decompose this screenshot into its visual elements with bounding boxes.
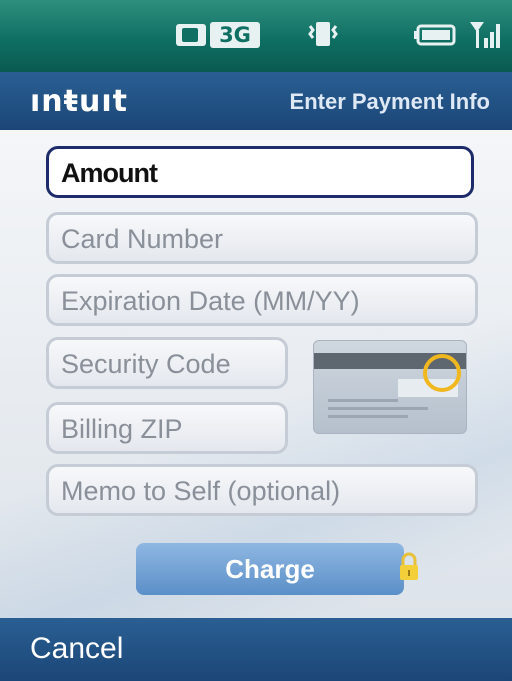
card-text-line [328, 415, 408, 418]
card-number-field[interactable]: Card Number [46, 212, 478, 264]
cvv-highlight-circle [423, 354, 461, 392]
charge-button[interactable]: Charge [136, 543, 404, 595]
status-bar: 3G [0, 0, 512, 72]
title-bar: ınŧuıt Enter Payment Info [0, 72, 512, 130]
intuit-logo: ınŧuıt [30, 84, 128, 119]
signal-icon [470, 22, 500, 48]
card-text-line [328, 407, 428, 410]
battery-icon [414, 24, 456, 46]
vibrate-icon [308, 22, 338, 46]
page-title: Enter Payment Info [289, 89, 490, 114]
expiration-date-field[interactable]: Expiration Date (MM/YY) [46, 274, 478, 326]
amount-field[interactable]: Amount [46, 146, 474, 198]
memo-field[interactable]: Memo to Self (optional) [46, 464, 478, 516]
softkey-bar: Cancel [0, 618, 512, 681]
billing-zip-field[interactable]: Billing ZIP [46, 402, 288, 454]
card-text-line [328, 399, 398, 402]
cancel-softkey[interactable]: Cancel [30, 632, 123, 666]
lock-icon [400, 552, 418, 580]
network-label: 3G [219, 23, 251, 47]
security-code-field[interactable]: Security Code [46, 337, 288, 389]
network-3g-icon: 3G [210, 22, 260, 48]
sim-icon [176, 24, 206, 46]
